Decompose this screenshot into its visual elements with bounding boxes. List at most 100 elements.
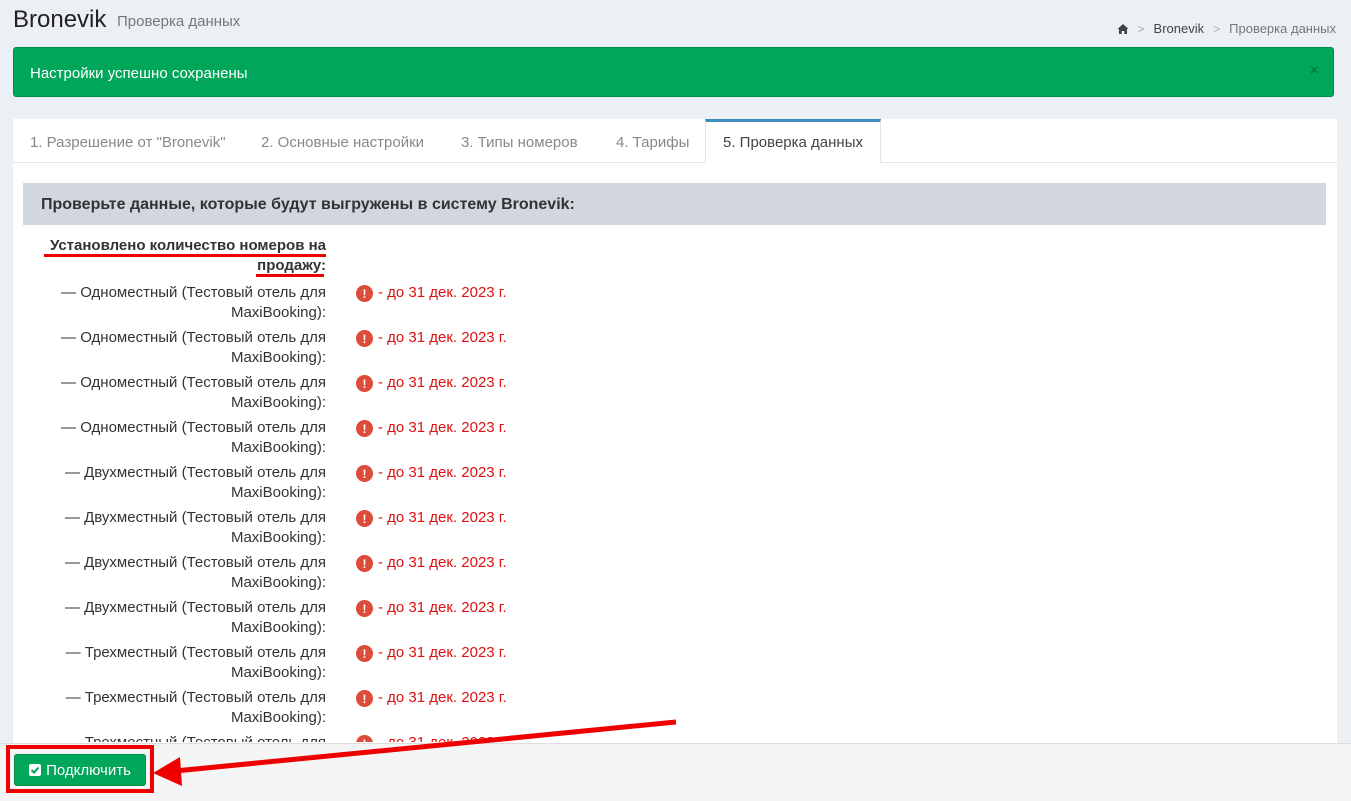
room-row-label: — Одноместный (Тестовый отель для MaxiBoo…	[13, 328, 326, 368]
room-row-value-text: - до 31 дек. 2023 г.	[378, 554, 507, 571]
room-row-value-text: - до 31 дек. 2023 г.	[378, 464, 507, 481]
room-row-value-text: - до 31 дек. 2023 г.	[378, 644, 507, 661]
room-row-label: — Одноместный (Тестовый отель для MaxiBoo…	[13, 283, 326, 323]
room-row: — Двухместный (Тестовый отель для MaxiBoo…	[13, 598, 1337, 643]
room-row-value-text: - до 31 дек. 2023 г.	[378, 599, 507, 616]
rooms-for-sale-label-line2: продажу:	[257, 257, 326, 274]
room-row-label-line1: — Трехместный (Тестовый отель для	[65, 689, 326, 706]
room-row-label-line2: MaxiBooking):	[230, 304, 326, 321]
room-row: — Одноместный (Тестовый отель для MaxiBoo…	[13, 328, 1337, 373]
panel-heading: Проверьте данные, которые будут выгружен…	[23, 183, 1326, 225]
room-row-value-text: - до 31 дек. 2023 г.	[378, 733, 507, 742]
breadcrumb-item-bronevik[interactable]: Bronevik	[1154, 21, 1205, 36]
tab-permission[interactable]: 1. Разрешение от "Bronevik"	[13, 119, 243, 162]
room-row-label-line2: MaxiBooking):	[230, 394, 326, 411]
room-row-label-line2: MaxiBooking):	[230, 484, 326, 501]
exclamation-circle-icon: !	[356, 645, 373, 662]
room-row: — Трехместный (Тестовый отель для MaxiBoo…	[13, 688, 1337, 733]
breadcrumb: > Bronevik > Проверка данных	[1117, 21, 1336, 36]
exclamation-circle-icon: !	[356, 465, 373, 482]
room-row-label: — Трехместный (Тестовый отель для MaxiBoo…	[13, 688, 326, 728]
room-row-label-line1: — Трехместный (Тестовый отель для	[65, 644, 326, 661]
room-row-value-text: - до 31 дек. 2023 г.	[378, 329, 507, 346]
room-row-label: — Трехместный (Тестовый отель дляMaxiBoo…	[13, 733, 326, 742]
annotation-underline	[256, 274, 324, 277]
rooms-for-sale-label-line1: Установлено количество номеров на	[49, 237, 326, 254]
room-row-value-text: - до 31 дек. 2023 г.	[378, 284, 507, 301]
room-row-label-line2: MaxiBooking):	[230, 349, 326, 366]
home-icon[interactable]	[1117, 23, 1129, 35]
room-row-label: — Двухместный (Тестовый отель для MaxiBoo…	[13, 463, 326, 503]
tab-room-types[interactable]: 3. Типы номеров	[444, 119, 595, 162]
wizard-card: 1. Разрешение от "Bronevik" 2. Основные …	[13, 119, 1337, 759]
room-row-value: ! - до 31 дек. 2023 г.	[356, 688, 507, 708]
exclamation-circle-icon: !	[356, 510, 373, 527]
room-row-label: — Двухместный (Тестовый отель для MaxiBoo…	[13, 553, 326, 593]
room-row: — Двухместный (Тестовый отель для MaxiBoo…	[13, 508, 1337, 553]
room-row-label-line2: MaxiBooking):	[230, 619, 326, 636]
room-row: — Одноместный (Тестовый отель для MaxiBoo…	[13, 283, 1337, 328]
room-row: — Двухместный (Тестовый отель для MaxiBoo…	[13, 553, 1337, 598]
room-row-label-line2: MaxiBooking):	[230, 664, 326, 681]
success-alert: Настройки успешно сохранены ×	[13, 47, 1334, 97]
exclamation-circle-icon: !	[356, 375, 373, 392]
page-subtitle: Проверка данных	[117, 13, 241, 30]
room-row-label: — Одноместный (Тестовый отель для MaxiBoo…	[13, 418, 326, 458]
room-row-value: ! - до 31 дек. 2023 г.	[356, 373, 507, 393]
annotation-highlight-box	[6, 745, 154, 793]
room-row-value: ! - до 31 дек. 2023 г.	[356, 733, 507, 742]
breadcrumb-item-current: Проверка данных	[1229, 21, 1336, 36]
room-row-value: ! - до 31 дек. 2023 г.	[356, 553, 507, 573]
exclamation-circle-icon: !	[356, 555, 373, 572]
footer-bar: Подключить	[0, 743, 1351, 801]
data-rows: Установлено количество номеров на продаж…	[13, 236, 1337, 742]
room-row-label-line1: — Двухместный (Тестовый отель для	[64, 599, 326, 616]
room-row-label-line1: — Двухместный (Тестовый отель для	[64, 464, 326, 481]
room-row-value: ! - до 31 дек. 2023 г.	[356, 283, 507, 303]
room-row-label: — Трехместный (Тестовый отель для MaxiBoo…	[13, 643, 326, 683]
room-row-value: ! - до 31 дек. 2023 г.	[356, 643, 507, 663]
room-row-value: ! - до 31 дек. 2023 г.	[356, 508, 507, 528]
close-icon[interactable]: ×	[1310, 62, 1319, 80]
tab-tariffs[interactable]: 4. Тарифы	[599, 119, 706, 162]
room-row-label-line1: — Одноместный (Тестовый отель для	[61, 284, 326, 301]
room-row-label-line1: — Двухместный (Тестовый отель для	[64, 509, 326, 526]
exclamation-circle-icon: !	[356, 735, 373, 742]
room-row-label: — Одноместный (Тестовый отель для MaxiBoo…	[13, 373, 326, 413]
exclamation-circle-icon: !	[356, 690, 373, 707]
room-row-value: ! - до 31 дек. 2023 г.	[356, 598, 507, 618]
breadcrumb-separator: >	[1213, 21, 1221, 36]
tab-main-settings[interactable]: 2. Основные настройки	[244, 119, 441, 162]
wizard-tabs: 1. Разрешение от "Bronevik" 2. Основные …	[13, 119, 1337, 163]
alert-message: Настройки успешно сохранены	[30, 65, 248, 82]
room-row: — Трехместный (Тестовый отель дляMaxiBoo…	[13, 733, 1337, 742]
room-row: — Трехместный (Тестовый отель для MaxiBoo…	[13, 643, 1337, 688]
page-header: Bronevik Проверка данных > Bronevik > Пр…	[0, 0, 1351, 46]
room-row-label-line1: — Одноместный (Тестовый отель для	[61, 329, 326, 346]
room-row-value-text: - до 31 дек. 2023 г.	[378, 689, 507, 706]
page-title: Bronevik	[13, 6, 107, 33]
room-row-label: — Двухместный (Тестовый отель для MaxiBoo…	[13, 598, 326, 638]
room-row: — Одноместный (Тестовый отель для MaxiBoo…	[13, 418, 1337, 463]
room-row: — Двухместный (Тестовый отель для MaxiBoo…	[13, 463, 1337, 508]
room-row-value: ! - до 31 дек. 2023 г.	[356, 463, 507, 483]
room-row-label-line1: — Одноместный (Тестовый отель для	[61, 419, 326, 436]
room-row-label-line2: MaxiBooking):	[230, 709, 326, 726]
room-row-label-line2: MaxiBooking):	[230, 439, 326, 456]
tab-data-check[interactable]: 5. Проверка данных	[705, 119, 881, 163]
room-row: — Одноместный (Тестовый отель для MaxiBoo…	[13, 373, 1337, 418]
room-row-label-line1: — Двухместный (Тестовый отель для	[64, 554, 326, 571]
exclamation-circle-icon: !	[356, 285, 373, 302]
room-row-label-line1: — Одноместный (Тестовый отель для	[61, 374, 326, 391]
room-row-value-text: - до 31 дек. 2023 г.	[378, 374, 507, 391]
room-row-value-text: - до 31 дек. 2023 г.	[378, 509, 507, 526]
room-row-value: ! - до 31 дек. 2023 г.	[356, 328, 507, 348]
exclamation-circle-icon: !	[356, 600, 373, 617]
room-row-value-text: - до 31 дек. 2023 г.	[378, 419, 507, 436]
breadcrumb-separator: >	[1137, 21, 1145, 36]
exclamation-circle-icon: !	[356, 420, 373, 437]
room-row-label-line1: — Трехместный (Тестовый отель для	[13, 733, 326, 742]
room-row-label-line2: MaxiBooking):	[230, 529, 326, 546]
room-row-value: ! - до 31 дек. 2023 г.	[356, 418, 507, 438]
annotation-underline	[44, 254, 326, 257]
